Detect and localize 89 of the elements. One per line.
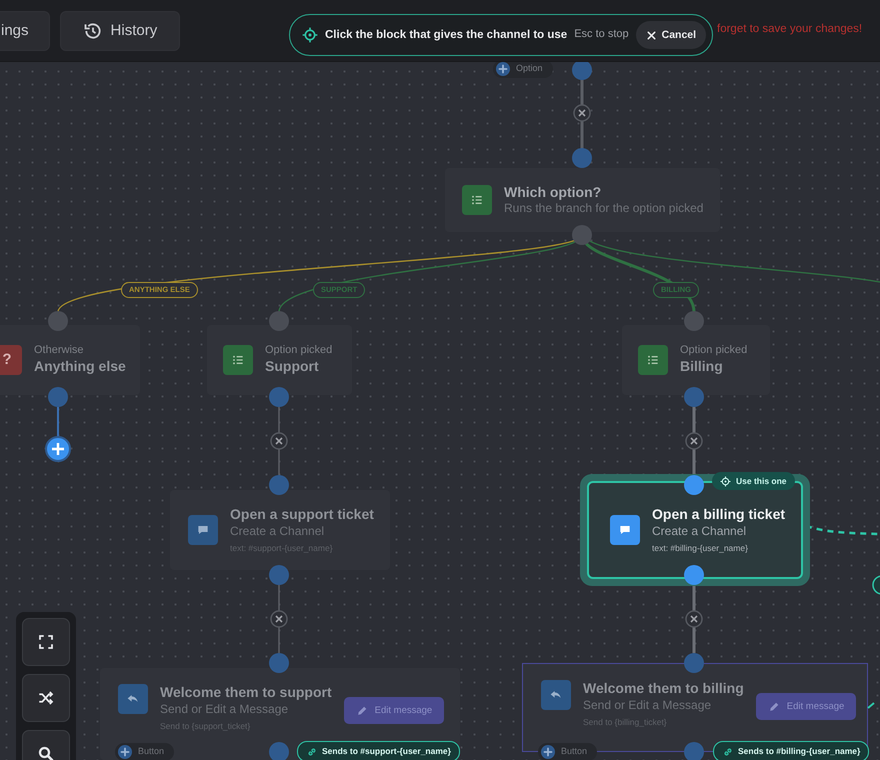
plus-icon: [541, 745, 555, 759]
node-title: Open a billing ticket: [652, 506, 786, 524]
connection-handle[interactable]: [269, 565, 289, 585]
connection-handle[interactable]: [684, 565, 704, 585]
remove-link-button[interactable]: [685, 610, 703, 628]
link-chip[interactable]: Sends to #support-{user_name}: [297, 741, 460, 760]
remove-link-button[interactable]: [685, 432, 703, 450]
connection-handle[interactable]: [572, 148, 592, 168]
connection-handle[interactable]: [269, 387, 289, 407]
reply-icon: [118, 684, 148, 714]
connection-handle[interactable]: [572, 225, 592, 245]
connector-line: [57, 407, 59, 437]
unsaved-warning: forget to save your changes!: [717, 22, 862, 36]
banner-message: Click the block that gives the channel to use: [325, 28, 568, 42]
add-step-button[interactable]: [45, 436, 71, 462]
node-card[interactable]: ? Otherwise Anything else: [0, 325, 140, 395]
node-detail: text: #billing-{user_name}: [652, 542, 749, 554]
node-caption: Option picked: [265, 344, 332, 358]
node-subtitle: Send or Edit a Message: [583, 698, 712, 712]
connection-handle[interactable]: [48, 311, 68, 331]
link-icon: [306, 746, 318, 758]
connection-handle[interactable]: [269, 742, 289, 760]
list-icon: [223, 345, 253, 375]
use-this-one-badge[interactable]: Use this one: [712, 472, 795, 490]
target-icon: [720, 476, 731, 486]
node-subtitle: Send or Edit a Message: [160, 702, 290, 716]
node-caption: Otherwise: [34, 344, 85, 358]
connector-line: [580, 80, 584, 150]
question-icon: ?: [0, 345, 22, 375]
plus-icon: [496, 62, 510, 76]
reply-icon: [541, 680, 571, 710]
node-title: Open a support ticket: [230, 506, 374, 524]
connector-line: [692, 585, 696, 653]
node-card[interactable]: Option picked Support: [207, 325, 352, 395]
connector-line: [278, 407, 280, 475]
node-title: Support: [265, 358, 320, 376]
chat-icon: [610, 515, 640, 545]
pencil-icon: [356, 704, 369, 717]
toolbar-button[interactable]: History: [60, 10, 180, 50]
connection-handle[interactable]: [572, 60, 592, 80]
target-icon: [302, 27, 318, 43]
link-chip[interactable]: Sends to #billing-{user_name}: [713, 741, 870, 760]
remove-link-button[interactable]: [573, 104, 591, 122]
plus-icon: [118, 745, 132, 759]
link-icon: [722, 746, 734, 758]
remove-link-button[interactable]: [270, 610, 288, 628]
pencil-icon: [768, 700, 781, 713]
connector-line: [692, 407, 696, 475]
node-title: Welcome them to billing: [583, 680, 744, 698]
edit-message-button[interactable]: Edit message: [756, 693, 856, 720]
node-title: Welcome them to support: [160, 684, 332, 702]
node-subtitle: Runs the branch for the option picked: [504, 201, 704, 216]
node-title: Which option?: [504, 184, 602, 202]
banner-hint: Esc to stop: [574, 28, 629, 42]
node-card[interactable]: Option picked Billing: [622, 325, 770, 395]
edit-message-button[interactable]: Edit message: [344, 697, 444, 724]
connection-handle[interactable]: [684, 387, 704, 407]
remove-link-button[interactable]: [270, 432, 288, 450]
list-icon: [462, 185, 492, 215]
close-icon: [646, 30, 657, 40]
search-icon: [37, 745, 55, 760]
shuffle-button[interactable]: [22, 674, 70, 722]
connection-handle[interactable]: [684, 653, 704, 673]
shuffle-icon: [37, 689, 55, 707]
list-icon: [638, 345, 668, 375]
connection-handle[interactable]: [269, 653, 289, 673]
node-title: Anything else: [34, 358, 126, 376]
chat-icon: [188, 515, 218, 545]
add-button-chip[interactable]: Button: [115, 743, 174, 760]
toolbar-button[interactable]: ings: [0, 10, 50, 50]
connection-handle[interactable]: [269, 311, 289, 331]
cancel-button[interactable]: Cancel: [636, 21, 706, 49]
node-subtitle: Create a Channel: [652, 524, 748, 539]
fit-view-button[interactable]: [22, 618, 70, 666]
connection-handle[interactable]: [269, 475, 289, 495]
add-button-chip[interactable]: Button: [538, 743, 598, 760]
node-caption: Option picked: [680, 344, 748, 358]
connection-handle[interactable]: [872, 575, 880, 595]
connection-handle[interactable]: [684, 475, 704, 495]
connection-handle[interactable]: [684, 311, 704, 331]
connection-handle[interactable]: [48, 387, 68, 407]
connection-handle[interactable]: [684, 742, 704, 760]
node-title: Billing: [680, 358, 724, 376]
history-icon: [82, 20, 103, 40]
fit-view-icon: [37, 633, 55, 651]
connector-line: [867, 702, 875, 709]
node-card[interactable]: Which option? Runs the branch for the option picked: [445, 168, 720, 232]
connector-line: [278, 585, 280, 653]
node-subtitle: Create a Channel: [230, 524, 326, 539]
